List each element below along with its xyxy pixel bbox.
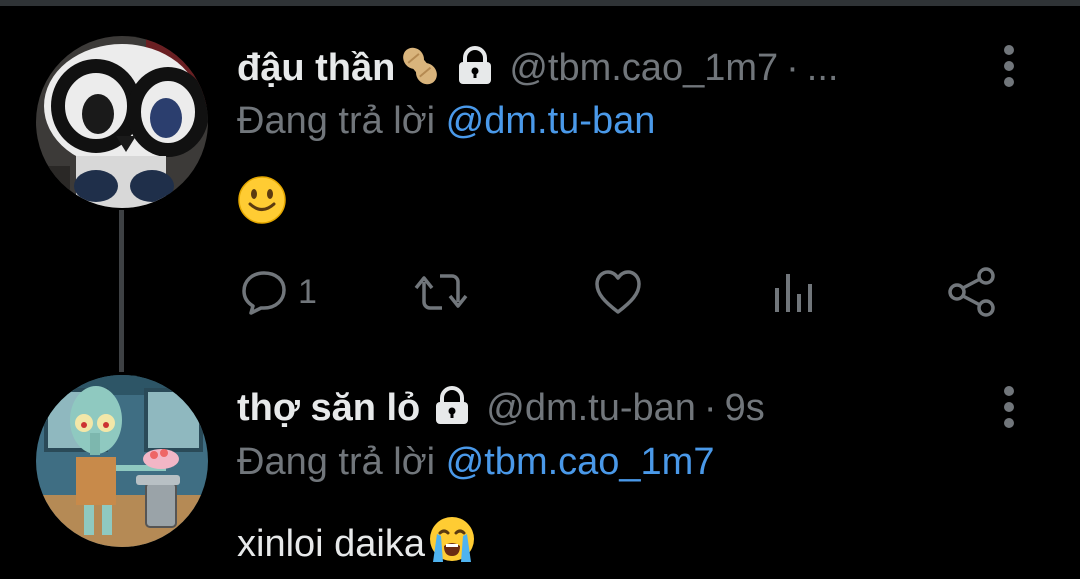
tweet-1-header: đậu thần @tbm.cao_1m7 · ... <box>237 43 838 93</box>
tweet-text <box>237 175 287 235</box>
lock-icon <box>455 45 495 91</box>
analytics-icon[interactable] <box>770 268 818 316</box>
reply-action[interactable]: 1 <box>240 262 317 322</box>
replying-to-label: Đang trả lời <box>237 441 436 483</box>
replying-to: Đang trả lời @tbm.cao_1m7 <box>237 441 714 484</box>
reply-handle-link[interactable]: @tbm.cao_1m7 <box>446 441 715 483</box>
avatar-tweet-1[interactable] <box>36 36 208 208</box>
separator-dot: · <box>703 386 717 429</box>
top-divider <box>0 0 1080 6</box>
timestamp[interactable]: 9s <box>725 387 765 430</box>
handle[interactable]: @dm.tu-ban <box>486 387 696 430</box>
reply-count: 1 <box>298 272 317 311</box>
lock-icon <box>432 385 472 431</box>
display-name[interactable]: thợ săn lỏ <box>237 387 420 430</box>
more-options-icon[interactable] <box>1000 382 1018 432</box>
share-icon[interactable] <box>946 266 998 318</box>
retweet-icon[interactable] <box>412 268 470 316</box>
loudly-crying-face-emoji <box>425 514 479 574</box>
more-options-icon[interactable] <box>1000 41 1018 91</box>
separator-dot: · <box>786 46 799 89</box>
reply-handle-link[interactable]: @dm.tu-ban <box>446 100 656 142</box>
replying-to-label: Đang trả lời <box>237 100 436 142</box>
tweet-text-content: xinloi daika <box>237 522 425 565</box>
tweet-text: xinloi daika <box>237 514 479 574</box>
reply-icon[interactable] <box>240 268 288 316</box>
tweet-2-header: thợ săn lỏ @dm.tu-ban · 9s <box>237 383 765 433</box>
peanut-emoji <box>397 44 443 93</box>
replying-to: Đang trả lời @dm.tu-ban <box>237 100 655 143</box>
retweet-action[interactable] <box>412 262 470 322</box>
avatar-tweet-2[interactable] <box>36 375 208 547</box>
display-name[interactable]: đậu thần <box>237 47 395 90</box>
handle[interactable]: @tbm.cao_1m7 <box>509 47 778 90</box>
thread-connector <box>119 210 124 372</box>
timestamp[interactable]: ... <box>807 47 839 90</box>
tweet-actions: 1 <box>0 262 1080 322</box>
slightly-smiling-face-emoji <box>237 175 287 235</box>
like-action[interactable] <box>593 262 643 322</box>
like-icon[interactable] <box>593 268 643 316</box>
analytics-action[interactable] <box>770 262 818 322</box>
share-action[interactable] <box>946 262 998 322</box>
